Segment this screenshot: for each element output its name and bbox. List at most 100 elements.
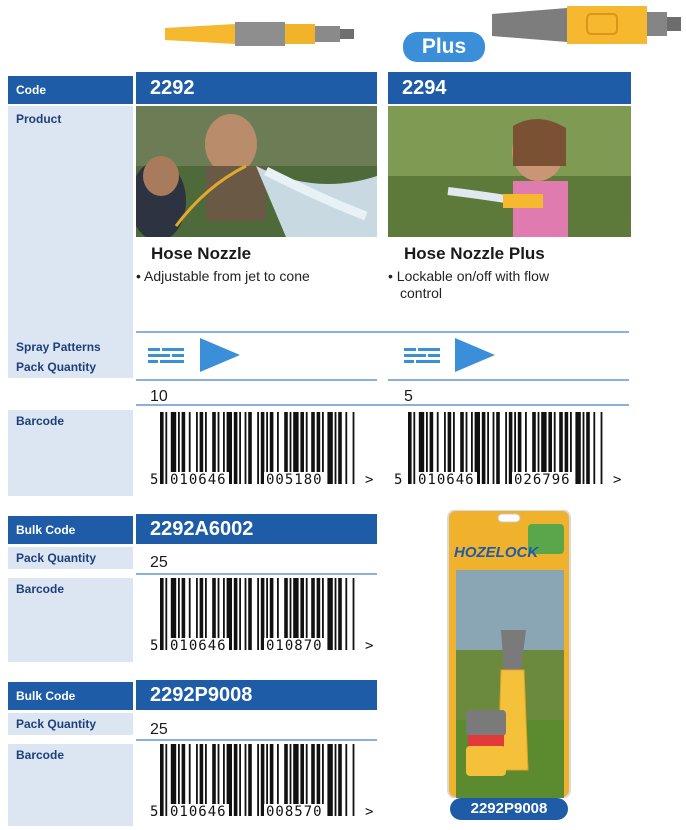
product-name-2294: Hose Nozzle Plus — [404, 244, 545, 263]
barcode-left-digits: 010646 — [416, 472, 477, 488]
barcode-bulk-1: 5 010646 010870 > — [150, 578, 380, 660]
package-caption-badge: 2292P9008 — [450, 798, 568, 820]
barcode-bar — [165, 412, 168, 484]
bulk-pack-qty-2: 25 — [150, 721, 168, 738]
label-code: Code — [8, 76, 133, 104]
barcode-left-digits: 010646 — [168, 804, 229, 820]
barcode-bar — [239, 412, 241, 484]
label-barcode: Barcode — [8, 410, 133, 496]
barcode-bar — [505, 412, 507, 484]
nozzle-2294-image — [492, 6, 681, 44]
barcode-bar — [352, 744, 355, 816]
rule-spray-2292 — [136, 331, 629, 333]
code-2292-header: 2292 — [136, 72, 377, 104]
barcode-right-digits: 010870 — [264, 638, 325, 654]
label-pack-quantity-bulk-1: Pack Quantity — [8, 547, 133, 569]
barcode-bar — [487, 412, 489, 484]
barcode-bar — [586, 412, 590, 484]
barcode-bar — [345, 412, 348, 484]
rule-bulk-1 — [136, 573, 377, 575]
barcode-bar — [244, 412, 247, 484]
barcode-bar — [160, 412, 164, 484]
barcode-bar — [593, 412, 596, 484]
barcode-bar — [338, 744, 342, 816]
barcode-2294: 5 010646 026796 > — [394, 412, 624, 494]
product-name-2292: Hose Nozzle — [151, 244, 252, 263]
label-bulk-code-2: Bulk Code — [8, 682, 133, 710]
barcode-arrow: > — [613, 472, 623, 488]
barcode-bar — [233, 412, 238, 484]
barcode-lead-digit: 5 — [150, 472, 160, 488]
barcode-bar — [160, 744, 164, 816]
label-barcode-bulk-1: Barcode — [8, 578, 133, 662]
rule-pack-2292 — [136, 379, 377, 381]
barcode-bar — [165, 744, 168, 816]
barcode-bar — [600, 412, 603, 484]
barcode-bar — [257, 578, 259, 650]
rule-pack-2294 — [388, 379, 629, 381]
barcode-2292: 5 010646 005180 > — [150, 412, 380, 494]
label-barcode-bulk-2: Barcode — [8, 744, 133, 826]
barcode-bar — [334, 412, 337, 484]
barcode-bar — [345, 578, 348, 650]
barcode-bar — [327, 578, 333, 650]
barcode-bulk-2: 5 010646 008570 > — [150, 744, 380, 826]
barcode-bar — [345, 744, 348, 816]
barcode-bar — [338, 412, 342, 484]
bulk-code-1: 2292A6002 — [136, 514, 377, 544]
code-2294-header: 2294 — [388, 72, 631, 104]
barcode-bar — [352, 412, 355, 484]
barcode-bar — [334, 744, 337, 816]
rule-bulk-2 — [136, 739, 377, 741]
photo-hose-nozzle — [136, 106, 377, 237]
barcode-left-digits: 010646 — [168, 472, 229, 488]
cone-spray-icon — [455, 338, 495, 372]
barcode-bar — [248, 412, 252, 484]
barcode-arrow: > — [365, 638, 375, 654]
barcode-bar — [248, 578, 252, 650]
barcode-bar — [244, 578, 247, 650]
product-feature-2294-line2: control — [400, 285, 443, 301]
barcode-lead-digit: 5 — [150, 638, 160, 654]
product-feature-2294-line1: • Lockable on/off with flow — [388, 268, 550, 284]
barcode-bar — [334, 578, 337, 650]
label-pack-quantity-bulk-2: Pack Quantity — [8, 713, 133, 735]
barcode-bar — [233, 744, 238, 816]
label-bulk-code-1: Bulk Code — [8, 516, 133, 544]
barcode-bar — [352, 578, 355, 650]
barcode-bar — [575, 412, 581, 484]
barcode-arrow: > — [365, 804, 375, 820]
bulk-pack-qty-1: 25 — [150, 554, 168, 571]
barcode-bar — [244, 744, 247, 816]
barcode-bar — [160, 578, 164, 650]
barcode-bar — [248, 744, 252, 816]
barcode-right-digits: 005180 — [264, 472, 325, 488]
bulk-code-2: 2292P9008 — [136, 680, 377, 710]
barcode-bar — [408, 412, 412, 484]
jet-spray-icon — [404, 348, 440, 363]
barcode-bar — [165, 578, 168, 650]
barcode-bar — [492, 412, 495, 484]
product-feature-2292: • Adjustable from jet to cone — [136, 268, 310, 284]
barcode-bar — [338, 578, 342, 650]
barcode-right-digits: 008570 — [264, 804, 325, 820]
plus-badge: Plus — [403, 32, 485, 62]
barcode-right-digits: 026796 — [512, 472, 573, 488]
barcode-bar — [496, 412, 500, 484]
barcode-left-digits: 010646 — [168, 638, 229, 654]
barcode-bar — [257, 744, 259, 816]
cone-spray-icon — [200, 338, 240, 372]
barcode-bar — [239, 744, 241, 816]
barcode-bar — [327, 744, 333, 816]
barcode-bar — [413, 412, 416, 484]
photo-hose-nozzle-plus — [388, 106, 631, 237]
jet-spray-icon — [148, 348, 184, 363]
nozzle-2292-image — [165, 22, 354, 46]
barcode-bar — [257, 412, 259, 484]
barcode-bar — [481, 412, 486, 484]
barcode-arrow: > — [365, 472, 375, 488]
rule-barcode — [136, 404, 629, 406]
barcode-bar — [327, 412, 333, 484]
brand-logo: HOZELOCK — [454, 544, 539, 561]
barcode-bar — [582, 412, 585, 484]
